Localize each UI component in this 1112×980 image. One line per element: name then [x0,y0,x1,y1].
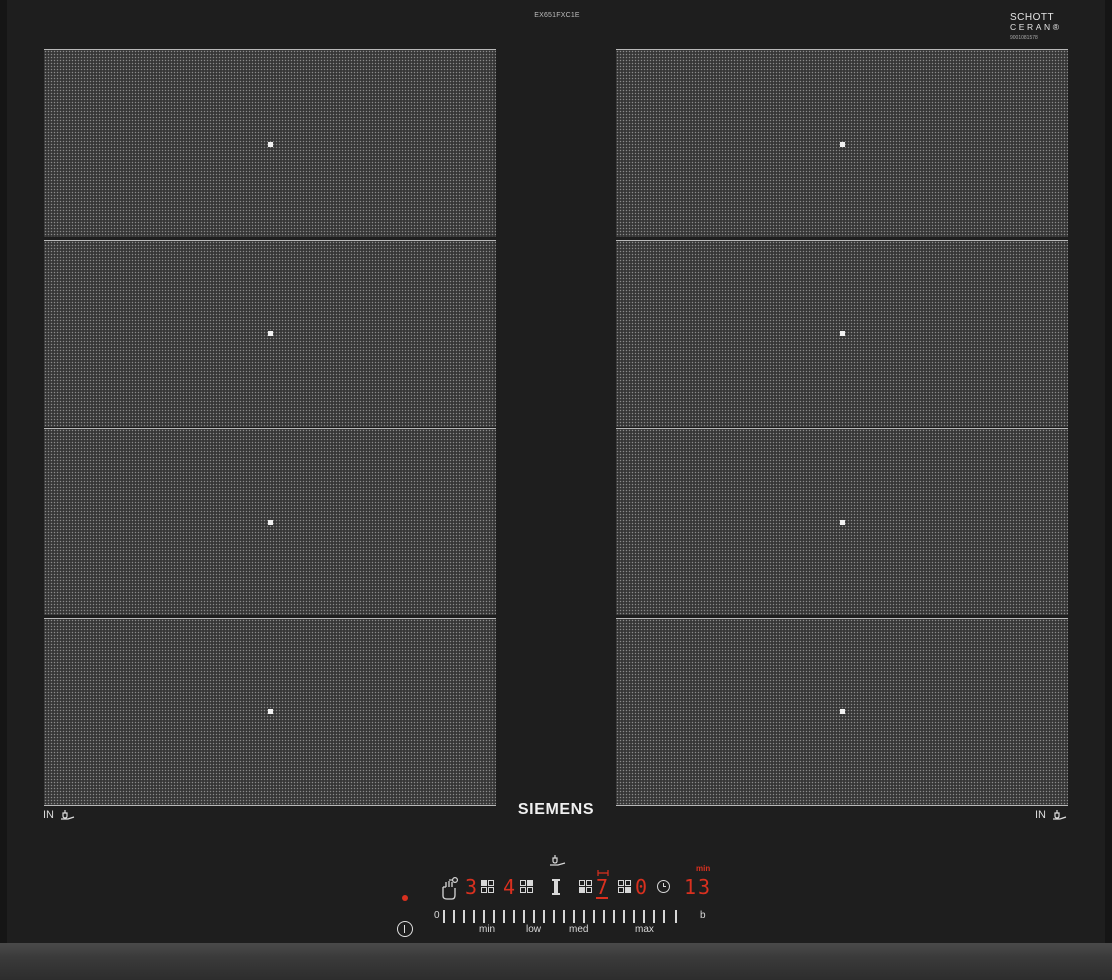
zone-center-marker [268,520,273,525]
flex-zone-label-left: IN [43,809,76,821]
slider-end-label: b [700,910,706,921]
power-level-display-4: 0 [635,875,648,899]
timer-unit: min [696,864,711,873]
left-edge [0,0,7,943]
zone-grid-icon[interactable] [520,880,533,893]
zone-center-marker [268,331,273,336]
glass-code: 9001081578 [1010,35,1038,41]
zone-right-3[interactable] [616,428,1068,615]
zone-grid-icon[interactable] [579,880,592,893]
pan-detection-icon[interactable] [549,854,567,867]
zone-left-4[interactable] [44,618,496,806]
zone-right-1[interactable] [616,49,1068,237]
in-text: IN [1035,809,1046,821]
clock-icon[interactable] [657,880,670,893]
slider-label-min: min [479,924,496,935]
schott-ceran-logo: SCHOTT CERAN® 9001081578 [1010,12,1080,41]
siemens-logo: SIEMENS [517,801,595,818]
timer-display: 13 [684,875,713,899]
power-level-display-2: 4 [503,875,516,899]
slider-label-med: med [569,924,589,935]
zone-left-2[interactable] [44,240,496,427]
slider-label-max: max [635,924,654,935]
right-edge [1105,0,1112,943]
zone-grid-icon[interactable] [481,880,494,893]
slider-zero-label: 0 [434,910,440,921]
power-level-display-3: 7 [596,875,609,899]
power-icon[interactable] [397,921,413,937]
zone-right-2[interactable] [616,240,1068,427]
power-level-display-1: 3 [465,875,478,899]
cooktop-frame [0,943,1112,980]
pan-icon [61,810,75,820]
ceran-text: CERAN® [1010,22,1062,32]
zone-grid-icon[interactable] [618,880,631,893]
power-indicator-led [402,895,408,901]
in-text: IN [43,809,54,821]
model-number: EX651FXC1E [534,12,580,19]
zone-center-marker [840,331,845,336]
zone-center-marker [268,709,273,714]
flex-zone-label-right: IN [1035,809,1068,821]
power-boost-icon[interactable] [552,879,560,895]
pan-icon [1053,810,1067,820]
zone-left-1[interactable] [44,49,496,237]
zone-center-marker [840,142,845,147]
slider-label-low: low [526,924,542,935]
zone-center-marker [840,709,845,714]
zone-center-marker [268,142,273,147]
childlock-hand-icon[interactable] [440,876,460,900]
zone-left-3[interactable] [44,428,496,615]
zone-center-marker [840,520,845,525]
zone-right-4[interactable] [616,618,1068,806]
